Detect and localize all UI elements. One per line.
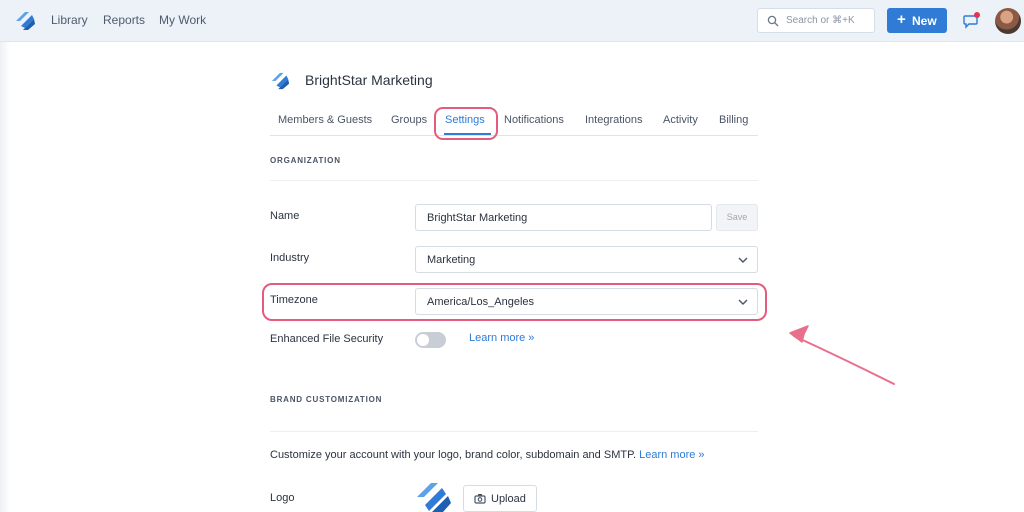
tab-billing[interactable]: Billing [719, 114, 748, 126]
brand-description: Customize your account with your logo, b… [270, 449, 705, 461]
annotation-arrow-icon [789, 325, 895, 385]
page-edge-shadow [0, 42, 10, 512]
plus-icon: + [897, 11, 906, 28]
organization-heading: ORGANIZATION [270, 156, 341, 165]
nav-my-work[interactable]: My Work [159, 13, 206, 27]
tab-activity[interactable]: Activity [663, 114, 698, 126]
camera-icon [474, 494, 486, 504]
enhanced-file-security-toggle[interactable] [415, 332, 446, 348]
search-input[interactable]: Search or ⌘+K [757, 8, 875, 33]
app-logo-icon[interactable] [14, 10, 36, 32]
brand-description-text: Customize your account with your logo, b… [270, 449, 637, 461]
chevron-down-icon [738, 257, 748, 263]
avatar[interactable] [995, 8, 1021, 34]
timezone-highlight [262, 283, 767, 321]
brand-customization-heading: BRAND CUSTOMIZATION [270, 395, 383, 404]
tab-groups[interactable]: Groups [391, 114, 427, 126]
org-name-value: BrightStar Marketing [427, 212, 528, 224]
top-navigation-bar: Library Reports My Work Search or ⌘+K + … [0, 0, 1024, 42]
notification-dot [974, 12, 980, 18]
brand-learn-more-link[interactable]: Learn more » [639, 449, 704, 461]
new-button[interactable]: + New [887, 8, 947, 33]
tab-notifications[interactable]: Notifications [504, 114, 564, 126]
nav-library[interactable]: Library [51, 13, 88, 27]
tab-integrations[interactable]: Integrations [585, 114, 642, 126]
brand-logo-icon [417, 483, 451, 512]
tab-members-guests[interactable]: Members & Guests [278, 114, 372, 126]
upload-button-label: Upload [491, 493, 526, 505]
industry-value: Marketing [427, 254, 476, 266]
nav-reports[interactable]: Reports [103, 13, 145, 27]
divider [270, 431, 758, 432]
name-label: Name [270, 210, 300, 222]
settings-tabs: Members & Guests Groups Settings Notific… [270, 106, 758, 136]
industry-select[interactable]: Marketing [415, 246, 758, 273]
divider [270, 180, 758, 181]
save-button[interactable]: Save [716, 204, 758, 231]
page-title: BrightStar Marketing [305, 72, 433, 88]
settings-tab-highlight [434, 107, 498, 140]
org-name-field[interactable]: BrightStar Marketing [415, 204, 712, 231]
upload-button[interactable]: Upload [463, 485, 537, 512]
industry-label: Industry [270, 252, 310, 264]
learn-more-link[interactable]: Learn more » [469, 332, 534, 344]
org-logo-icon [271, 72, 290, 90]
search-placeholder: Search or ⌘+K [786, 15, 855, 26]
logo-label: Logo [270, 492, 295, 504]
new-button-label: New [912, 14, 937, 28]
toggle-knob [417, 334, 429, 346]
enhanced-file-security-label: Enhanced File Security [270, 333, 384, 345]
search-icon [767, 15, 779, 27]
